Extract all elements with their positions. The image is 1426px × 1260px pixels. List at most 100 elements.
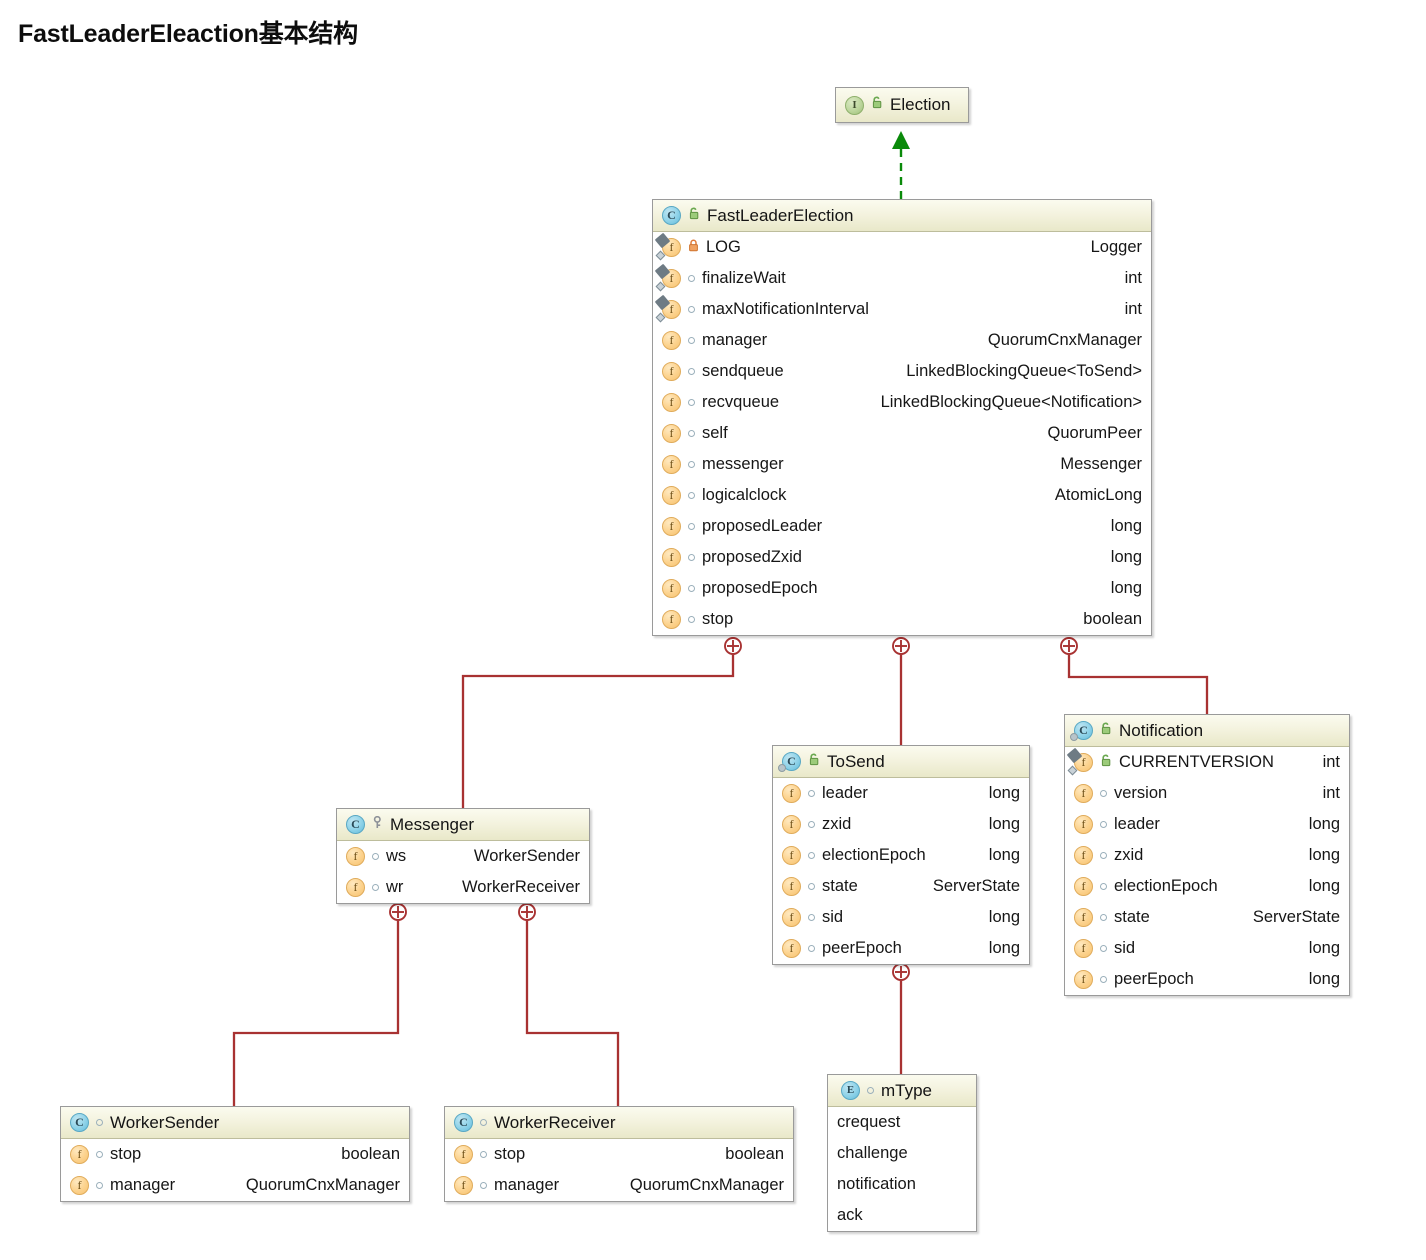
member-row[interactable]: f LOG Logger bbox=[653, 232, 1151, 263]
member-name: proposedLeader bbox=[702, 517, 823, 535]
unlock-icon bbox=[688, 207, 700, 225]
member-row[interactable]: f manager QuorumCnxManager bbox=[61, 1170, 409, 1201]
field-icon: f bbox=[782, 784, 801, 803]
member-name: finalizeWait bbox=[702, 269, 786, 287]
interface-icon: I bbox=[845, 95, 864, 115]
member-row[interactable]: f logicalclock AtomicLong bbox=[653, 480, 1151, 511]
member-row[interactable]: f CURRENTVERSION int bbox=[1065, 747, 1349, 778]
package-icon bbox=[867, 1087, 874, 1094]
member-name: manager bbox=[110, 1176, 176, 1194]
package-icon bbox=[688, 275, 695, 282]
class-box-worker-sender[interactable]: C WorkerSender f stop boolean f manager … bbox=[60, 1106, 410, 1202]
member-row[interactable]: f stop boolean bbox=[445, 1139, 793, 1170]
member-row[interactable]: f peerEpoch long bbox=[1065, 964, 1349, 995]
package-icon bbox=[1100, 976, 1107, 983]
member-row[interactable]: f sid long bbox=[1065, 933, 1349, 964]
class-box-tosend[interactable]: C ToSend f leader long f zxid long f ele… bbox=[772, 745, 1030, 965]
member-type: long bbox=[1308, 815, 1340, 833]
class-box-notification[interactable]: C Notification f CURRENTVERSION int f ve… bbox=[1064, 714, 1350, 996]
member-row[interactable]: f self QuorumPeer bbox=[653, 418, 1151, 449]
member-name: messenger bbox=[702, 455, 784, 473]
static-field-icon: f bbox=[662, 300, 681, 319]
member-type: boolean bbox=[1083, 610, 1142, 628]
member-row[interactable]: f leader long bbox=[1065, 809, 1349, 840]
class-icon: C bbox=[662, 206, 681, 225]
field-icon: f bbox=[662, 486, 681, 505]
member-row[interactable]: f state ServerState bbox=[773, 871, 1029, 902]
enum-constant-row[interactable]: notification bbox=[828, 1169, 976, 1200]
class-icon: C bbox=[346, 815, 365, 834]
member-row[interactable]: f manager QuorumCnxManager bbox=[653, 325, 1151, 356]
member-name: peerEpoch bbox=[1114, 970, 1194, 988]
member-row[interactable]: f version int bbox=[1065, 778, 1349, 809]
edge-fle-contains-messenger bbox=[461, 655, 735, 808]
member-name: stop bbox=[494, 1145, 526, 1163]
member-row[interactable]: f stop boolean bbox=[61, 1139, 409, 1170]
member-row[interactable]: f sid long bbox=[773, 902, 1029, 933]
field-icon: f bbox=[662, 610, 681, 629]
enum-constant-row[interactable]: challenge bbox=[828, 1138, 976, 1169]
member-row[interactable]: f state ServerState bbox=[1065, 902, 1349, 933]
member-type: int bbox=[1124, 269, 1142, 287]
member-row[interactable]: f leader long bbox=[773, 778, 1029, 809]
member-row[interactable]: f wr WorkerReceiver bbox=[337, 872, 589, 903]
member-row[interactable]: f finalizeWait int bbox=[653, 263, 1151, 294]
page-title: FastLeaderEleaction基本结构 bbox=[18, 20, 358, 48]
package-icon bbox=[688, 337, 695, 344]
member-name: version bbox=[1114, 784, 1168, 802]
member-list-tosend: f leader long f zxid long f electionEpoc… bbox=[773, 778, 1029, 964]
member-row[interactable]: f maxNotificationInterval int bbox=[653, 294, 1151, 325]
class-box-election[interactable]: I Election bbox=[835, 87, 969, 123]
member-name: proposedEpoch bbox=[702, 579, 818, 597]
member-type: int bbox=[1124, 300, 1142, 318]
member-type: long bbox=[988, 908, 1020, 926]
member-type: boolean bbox=[725, 1145, 784, 1163]
member-name: maxNotificationInterval bbox=[702, 300, 869, 318]
member-list-worker-sender: f stop boolean f manager QuorumCnxManage… bbox=[61, 1139, 409, 1201]
package-icon bbox=[688, 399, 695, 406]
package-icon bbox=[1100, 821, 1107, 828]
edge-fle-contains-notification bbox=[1067, 655, 1209, 716]
member-name: manager bbox=[702, 331, 768, 349]
member-name: logicalclock bbox=[702, 486, 787, 504]
member-row[interactable]: f messenger Messenger bbox=[653, 449, 1151, 480]
enum-constant-row[interactable]: crequest bbox=[828, 1107, 976, 1138]
class-box-messenger[interactable]: C Messenger f ws WorkerSender f wr Worke… bbox=[336, 808, 590, 904]
class-box-worker-receiver[interactable]: C WorkerReceiver f stop boolean f manage… bbox=[444, 1106, 794, 1202]
member-name: electionEpoch bbox=[1114, 877, 1218, 895]
member-row[interactable]: f zxid long bbox=[773, 809, 1029, 840]
member-row[interactable]: f recvqueue LinkedBlockingQueue<Notifica… bbox=[653, 387, 1151, 418]
member-name: leader bbox=[822, 784, 868, 802]
package-icon bbox=[372, 853, 379, 860]
member-row[interactable]: f electionEpoch long bbox=[1065, 871, 1349, 902]
key-icon bbox=[372, 815, 383, 834]
member-row[interactable]: f proposedZxid long bbox=[653, 542, 1151, 573]
class-header-tosend: C ToSend bbox=[773, 746, 1029, 778]
package-icon bbox=[688, 585, 695, 592]
field-icon: f bbox=[1074, 784, 1093, 803]
enum-constant-row[interactable]: ack bbox=[828, 1200, 976, 1231]
field-icon: f bbox=[782, 908, 801, 927]
member-row[interactable]: f zxid long bbox=[1065, 840, 1349, 871]
field-icon: f bbox=[346, 847, 365, 866]
member-row[interactable]: f proposedLeader long bbox=[653, 511, 1151, 542]
member-row[interactable]: f sendqueue LinkedBlockingQueue<ToSend> bbox=[653, 356, 1151, 387]
member-row[interactable]: f stop boolean bbox=[653, 604, 1151, 635]
field-icon: f bbox=[1074, 970, 1093, 989]
field-icon: f bbox=[662, 579, 681, 598]
package-icon bbox=[808, 883, 815, 890]
member-name: zxid bbox=[1114, 846, 1144, 864]
class-header-worker-sender: C WorkerSender bbox=[61, 1107, 409, 1139]
member-row[interactable]: f ws WorkerSender bbox=[337, 841, 589, 872]
field-icon: f bbox=[1074, 908, 1093, 927]
class-box-mtype[interactable]: E mType crequest challenge notification … bbox=[827, 1074, 977, 1232]
package-icon bbox=[372, 884, 379, 891]
member-name: recvqueue bbox=[702, 393, 780, 411]
member-row[interactable]: f peerEpoch long bbox=[773, 933, 1029, 964]
class-box-fast-leader-election[interactable]: C FastLeaderElection f LOG Logger f fina… bbox=[652, 199, 1152, 636]
member-name: peerEpoch bbox=[822, 939, 902, 957]
member-row[interactable]: f manager QuorumCnxManager bbox=[445, 1170, 793, 1201]
class-name-worker-sender: WorkerSender bbox=[110, 1112, 220, 1132]
member-row[interactable]: f electionEpoch long bbox=[773, 840, 1029, 871]
member-row[interactable]: f proposedEpoch long bbox=[653, 573, 1151, 604]
